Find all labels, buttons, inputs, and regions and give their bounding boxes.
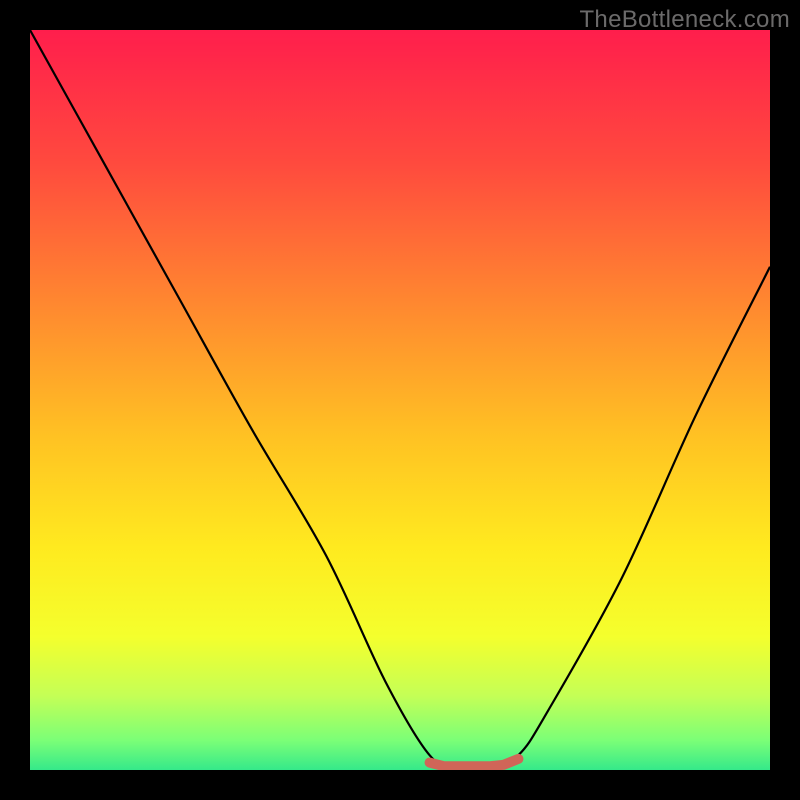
chart-frame: TheBottleneck.com (0, 0, 800, 800)
watermark-text: TheBottleneck.com (579, 6, 790, 34)
plot-area (30, 30, 770, 770)
gradient-background (30, 30, 770, 770)
chart-svg (30, 30, 770, 770)
